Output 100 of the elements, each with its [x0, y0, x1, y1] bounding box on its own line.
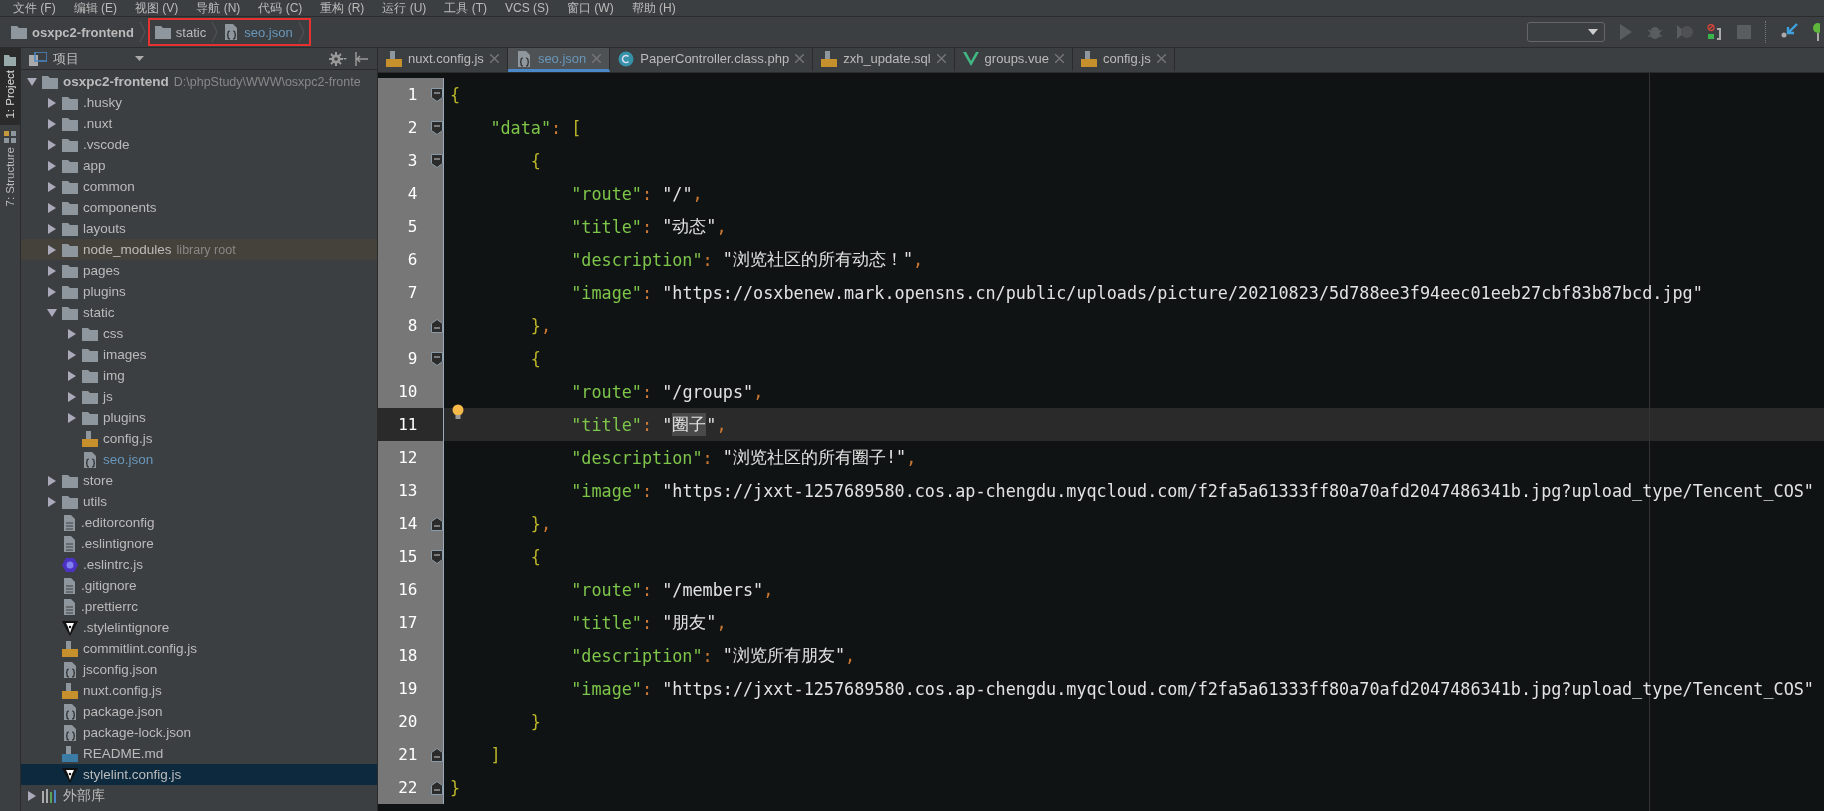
collapsed-arrow-icon[interactable] [67, 391, 77, 402]
tree-item-label[interactable]: node_modules [83, 242, 172, 257]
tree-item-label[interactable]: osxpc2-frontend [63, 74, 169, 89]
editor-tab[interactable]: zxh_update.sql [813, 48, 955, 72]
expanded-arrow-icon[interactable] [27, 76, 37, 87]
tree-item-label[interactable]: package-lock.json [83, 725, 192, 740]
editor-tab[interactable]: groups.vue [954, 48, 1073, 72]
menu-item[interactable]: 编辑 (E) [64, 0, 126, 16]
tool-window-tab[interactable]: 1: Project [0, 48, 20, 125]
lightbulb-icon[interactable] [452, 404, 464, 420]
collapsed-arrow-icon[interactable] [67, 328, 77, 339]
tree-item-label[interactable]: .editorconfig [81, 515, 155, 530]
view-dropdown[interactable]: 项目 [29, 49, 144, 68]
fold-marker-icon[interactable] [431, 351, 443, 366]
collapsed-arrow-icon[interactable] [47, 139, 57, 150]
tree-item-label[interactable]: store [83, 473, 113, 488]
collapsed-arrow-icon[interactable] [47, 202, 57, 213]
collapsed-arrow-icon[interactable] [47, 496, 57, 507]
breadcrumb[interactable]: static [151, 24, 210, 40]
collapsed-arrow-icon[interactable] [47, 244, 57, 255]
editor-tab[interactable]: PaperController.class.php [610, 48, 814, 72]
tree-item-label[interactable]: pages [83, 263, 120, 278]
json-key: "route" [450, 381, 642, 402]
menu-item[interactable]: 导航 (N) [187, 0, 250, 16]
tree-item-label[interactable]: .eslintrc.js [83, 557, 143, 572]
tree-item-label[interactable]: plugins [103, 410, 146, 425]
fold-marker-icon[interactable] [431, 318, 443, 333]
tree-item-label[interactable]: README.md [83, 746, 164, 761]
tree-item-label[interactable]: static [83, 305, 115, 320]
collapsed-arrow-icon[interactable] [47, 223, 57, 234]
tree-item-label[interactable]: layouts [83, 221, 126, 236]
tree-item-label[interactable]: .stylelintignore [83, 620, 170, 635]
tree-item-label[interactable]: config.js [103, 431, 153, 446]
collapsed-arrow-icon[interactable] [67, 412, 77, 423]
fold-marker-icon[interactable] [431, 549, 443, 564]
fold-marker-icon[interactable] [431, 780, 443, 795]
menu-item[interactable]: 工具 (T) [435, 0, 496, 16]
menu-item[interactable]: 窗口 (W) [558, 0, 623, 16]
collapsed-arrow-icon[interactable] [47, 181, 57, 192]
collapse-panel-icon[interactable] [355, 51, 369, 66]
collapsed-arrow-icon[interactable] [47, 475, 57, 486]
fold-marker-icon[interactable] [431, 516, 443, 531]
tree-item-label[interactable]: utils [83, 494, 107, 509]
menu-item[interactable]: 重构 (R) [311, 0, 374, 16]
collapsed-arrow-icon[interactable] [47, 265, 57, 276]
tree-item-label[interactable]: nuxt.config.js [83, 683, 162, 698]
dropdown-arrow-icon [1588, 29, 1598, 35]
fold-marker-icon[interactable] [431, 747, 443, 762]
collapsed-arrow-icon[interactable] [47, 97, 57, 108]
tree-item-label[interactable]: js [103, 389, 113, 404]
close-icon[interactable] [1156, 54, 1166, 63]
breadcrumb[interactable]: osxpc2-frontend [8, 24, 137, 40]
folder-icon [82, 368, 98, 383]
folder-icon [62, 242, 78, 257]
expanded-arrow-icon[interactable] [47, 307, 57, 318]
menu-item[interactable]: 帮助 (H) [622, 0, 685, 16]
tree-item-label[interactable]: jsconfig.json [83, 662, 158, 677]
fold-marker-icon[interactable] [431, 87, 443, 102]
json-key: "image" [450, 480, 642, 501]
tree-item-label[interactable]: stylelint.config.js [83, 767, 182, 782]
tree-item-label[interactable]: common [83, 179, 135, 194]
tool-window-tab[interactable]: 7: Structure [0, 124, 20, 213]
tree-item-label[interactable]: images [103, 347, 147, 362]
menu-item[interactable]: 文件 (F) [4, 0, 65, 16]
tree-item-label[interactable]: .eslintignore [81, 536, 154, 551]
collapsed-arrow-icon[interactable] [67, 370, 77, 381]
tree-item-label[interactable]: .husky [83, 95, 123, 110]
collapsed-arrow-icon[interactable] [27, 790, 37, 801]
json-string: "浏览社区的所有动态！" [722, 248, 914, 271]
tree-item-label[interactable]: img [103, 368, 125, 383]
fold-marker-icon[interactable] [431, 153, 443, 168]
close-icon[interactable] [795, 54, 805, 63]
tree-item-label[interactable]: 外部库 [63, 786, 105, 805]
close-icon[interactable] [489, 54, 499, 63]
collapsed-arrow-icon[interactable] [47, 286, 57, 297]
collapsed-arrow-icon[interactable] [67, 349, 77, 360]
editor-tab[interactable]: nuxt.config.js [378, 48, 508, 72]
tree-item-label[interactable]: app [83, 158, 106, 173]
tree-item-label[interactable]: seo.json [103, 452, 154, 467]
tree-item-label[interactable]: plugins [83, 284, 126, 299]
tree-item-label[interactable]: components [83, 200, 157, 215]
close-icon[interactable] [936, 54, 946, 63]
tree-item-label[interactable]: css [103, 326, 124, 341]
menu-item[interactable]: VCS (S) [496, 0, 558, 16]
settings-icon[interactable] [329, 51, 347, 66]
collapsed-arrow-icon[interactable] [47, 118, 57, 129]
collapsed-arrow-icon[interactable] [47, 160, 57, 171]
editor-tab[interactable]: config.js [1072, 48, 1175, 72]
tree-item-label[interactable]: commitlint.config.js [83, 641, 198, 656]
tree-item-label[interactable]: .nuxt [83, 116, 113, 131]
menu-item[interactable]: 代码 (C) [249, 0, 312, 16]
tree-item-label[interactable]: .prettierrc [81, 599, 138, 614]
tree-item-label[interactable]: .vscode [83, 137, 130, 152]
tree-item-label[interactable]: .gitignore [81, 578, 137, 593]
breadcrumb[interactable]: seo.json [220, 24, 296, 40]
menu-item[interactable]: 视图 (V) [126, 0, 188, 16]
close-icon[interactable] [1054, 54, 1064, 63]
fold-marker-icon[interactable] [431, 120, 443, 135]
tree-item-label[interactable]: package.json [83, 704, 163, 719]
menu-item[interactable]: 运行 (U) [373, 0, 436, 16]
